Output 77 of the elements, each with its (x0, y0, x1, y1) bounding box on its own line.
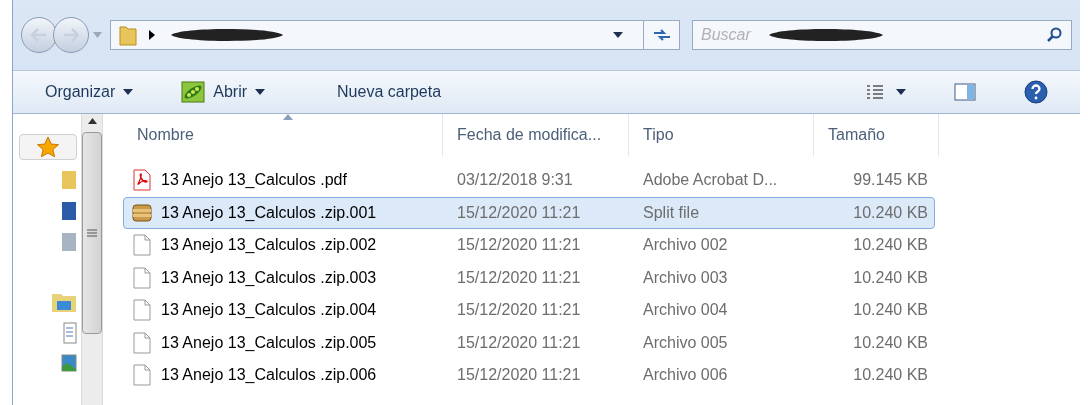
caret-icon (123, 89, 134, 95)
file-row[interactable]: 13 Anejo 13_Calculos .zip.003 15/12/2020 11:21 Archivo 003 10.240 KB (123, 261, 935, 294)
file-icon (133, 234, 151, 257)
file-icon (133, 299, 151, 322)
file-name: 13 Anejo 13_Calculos .zip.005 (161, 332, 377, 353)
pdf-file-icon (133, 169, 151, 192)
column-header[interactable]: Nombre (123, 114, 443, 156)
new-folder-button[interactable]: Nueva carpeta (329, 76, 450, 108)
file-name: 13 Anejo 13_Calculos .zip.006 (161, 365, 377, 386)
library-icon[interactable] (51, 291, 77, 313)
forward-button[interactable] (53, 17, 89, 53)
scroll-up-arrow-icon (87, 118, 97, 124)
app-icon (181, 81, 206, 103)
archive-icon (131, 201, 153, 224)
address-field[interactable] (110, 20, 680, 50)
file-icon (133, 266, 151, 289)
image-icon[interactable] (61, 353, 77, 375)
grip-icon (87, 229, 97, 237)
file-row[interactable]: 13 Anejo 13_Calculos .zip.001 15/12/2020 11:21 Split file 10.240 KB (123, 196, 935, 229)
favorites-header[interactable] (19, 134, 77, 160)
file-row[interactable]: 13 Anejo 13_Calculos .zip.002 15/12/2020 11:21 Archivo 002 10.240 KB (123, 229, 935, 262)
caret-icon (93, 32, 102, 38)
type-cell-text: Adobe Acrobat D... (642, 170, 779, 191)
scrollbar-thumb[interactable] (82, 132, 102, 334)
star-icon (36, 136, 60, 158)
date-cell-text: 15/12/2020 11:21 (456, 365, 582, 386)
vertical-scrollbar[interactable] (81, 114, 103, 405)
file-name: 13 Anejo 13_Calculos .zip.003 (161, 267, 377, 288)
file-icon (133, 331, 151, 354)
date-cell-text: 15/12/2020 11:21 (456, 332, 582, 353)
date-cell-text: 15/12/2020 11:21 (456, 267, 582, 288)
breadcrumb-arrow-icon (149, 30, 155, 40)
file-row[interactable]: 13 Anejo 13_Calculos .zip.006 15/12/2020 11:21 Archivo 006 10.240 KB (123, 359, 935, 392)
column-header[interactable]: Fecha de modifica... (443, 114, 629, 156)
file-row[interactable]: 13 Anejo 13_Calculos .pdf 03/12/2018 9:31 Adobe Acrobat D... 99.145 KB (123, 164, 935, 197)
caret-icon (255, 89, 266, 95)
size-cell-text: 10.240 KB (852, 235, 928, 256)
search-icon (1047, 27, 1063, 43)
column-header[interactable]: Tipo (629, 114, 814, 156)
back-button[interactable] (21, 17, 57, 53)
file-icon (133, 364, 151, 387)
file-row[interactable]: 13 Anejo 13_Calculos .zip.005 15/12/2020 11:21 Archivo 005 10.240 KB (123, 326, 935, 359)
file-name: 13 Anejo 13_Calculos .zip.004 (161, 300, 377, 321)
type-cell-text: Archivo 005 (642, 332, 729, 353)
file-name: 13 Anejo 13_Calculos .zip.001 (161, 202, 377, 223)
document-icon[interactable] (63, 322, 77, 344)
size-cell-text: 10.240 KB (852, 365, 928, 386)
size-cell-text: 10.240 KB (852, 332, 928, 353)
type-cell-text: Archivo 004 (642, 300, 729, 321)
file-name: 13 Anejo 13_Calculos .pdf (161, 170, 347, 191)
organize-menu[interactable]: Organizar (37, 76, 142, 108)
date-cell-text: 15/12/2020 11:21 (456, 300, 582, 321)
size-cell-text: 10.240 KB (852, 300, 928, 321)
type-cell-text: Archivo 003 (642, 267, 729, 288)
column-header[interactable]: Tamaño (814, 114, 939, 156)
size-cell-text: 99.145 KB (852, 170, 928, 191)
back-arrow-icon (31, 28, 47, 42)
date-cell-text: 15/12/2020 11:21 (456, 202, 582, 223)
date-cell-text: 03/12/2018 9:31 (456, 170, 574, 191)
file-name: 13 Anejo 13_Calculos .zip.002 (161, 235, 377, 256)
list-view-icon (866, 84, 884, 100)
search-field[interactable]: Buscar (701, 23, 763, 47)
size-cell-text: 10.240 KB (852, 267, 928, 288)
type-cell-text: Archivo 002 (642, 235, 729, 256)
date-cell-text: 15/12/2020 11:21 (456, 235, 582, 256)
sort-arrow-icon (282, 114, 293, 120)
preview-pane-icon (954, 83, 976, 101)
caret-icon (613, 32, 623, 38)
type-cell-text: Archivo 006 (642, 365, 729, 386)
caret-icon (896, 89, 906, 95)
file-row[interactable]: 13 Anejo 13_Calculos .zip.004 15/12/2020 11:21 Archivo 004 10.240 KB (123, 294, 935, 327)
forward-arrow-icon (63, 28, 79, 42)
refresh-icon (651, 27, 672, 43)
size-cell-text: 10.240 KB (852, 202, 928, 223)
type-cell-text: Split file (642, 202, 701, 223)
help-icon (1024, 80, 1048, 104)
open-menu[interactable]: Abrir (173, 76, 274, 108)
